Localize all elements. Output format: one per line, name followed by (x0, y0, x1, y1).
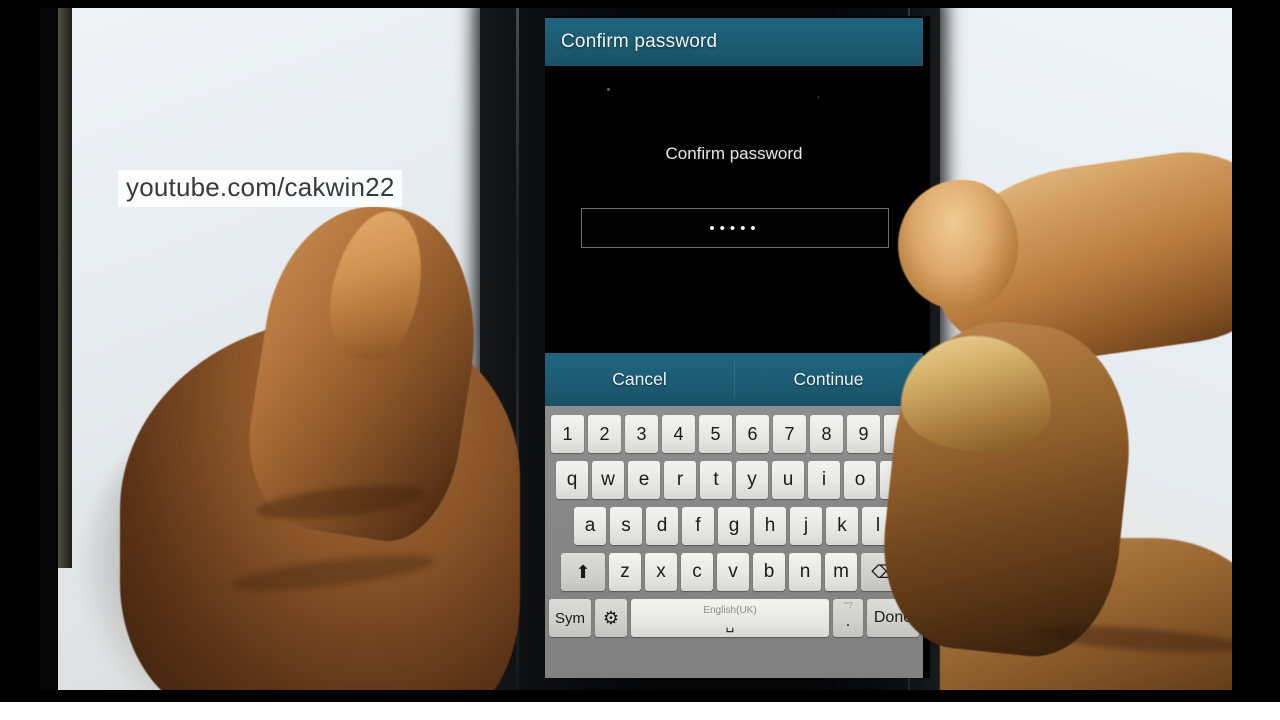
password-masked-value: ••••• (709, 219, 761, 237)
key-z[interactable]: z (609, 553, 641, 591)
phone-device: Confirm password Confirm password ••••• … (480, 8, 940, 698)
on-screen-keyboard: 1 2 3 4 5 6 7 8 9 0 q w e r t y u i o p … (545, 406, 923, 678)
key-n[interactable]: n (789, 553, 821, 591)
key-h[interactable]: h (754, 507, 786, 545)
continue-button[interactable]: Continue (734, 369, 923, 390)
symbols-key[interactable]: Sym (549, 599, 591, 637)
background-paper-left (58, 8, 503, 710)
key-m[interactable]: m (825, 553, 857, 591)
key-r[interactable]: r (664, 461, 696, 499)
backspace-icon: ⌫ (871, 562, 897, 582)
key-6[interactable]: 6 (736, 415, 769, 453)
keyboard-row-bottom: ⬆ z x c v b n m ⌫ (549, 549, 919, 595)
period-alt-symbols: '"? (843, 601, 853, 610)
key-9[interactable]: 9 (847, 415, 880, 453)
keyboard-row-qwerty: q w e r t y u i o p (549, 457, 919, 503)
key-8[interactable]: 8 (810, 415, 843, 453)
letterbox-right (1232, 0, 1280, 720)
dialog-header: Confirm password (545, 18, 923, 66)
key-2[interactable]: 2 (588, 415, 621, 453)
shift-arrow-icon: ⬆ (575, 562, 591, 582)
password-input[interactable]: ••••• (581, 208, 889, 248)
key-l[interactable]: l (862, 507, 894, 545)
key-o[interactable]: o (844, 461, 876, 499)
dialog-body: Confirm password ••••• (545, 66, 930, 346)
key-k[interactable]: k (826, 507, 858, 545)
button-separator (734, 361, 735, 398)
key-f[interactable]: f (682, 507, 714, 545)
phone-screen: Confirm password Confirm password ••••• … (545, 16, 930, 678)
key-7[interactable]: 7 (773, 415, 806, 453)
shift-key[interactable]: ⬆ (561, 553, 605, 591)
keyboard-row-home: a s d f g h j k l (549, 503, 919, 549)
key-1[interactable]: 1 (551, 415, 584, 453)
key-u[interactable]: u (772, 461, 804, 499)
key-s[interactable]: s (610, 507, 642, 545)
keyboard-settings-key[interactable]: ⚙ (595, 599, 627, 637)
dialog-button-bar: Cancel Continue (545, 353, 923, 406)
screenshot-stage: Confirm password Confirm password ••••• … (0, 0, 1280, 720)
key-t[interactable]: t (700, 461, 732, 499)
key-b[interactable]: b (753, 553, 785, 591)
key-4[interactable]: 4 (662, 415, 695, 453)
key-a[interactable]: a (574, 507, 606, 545)
period-key[interactable]: '"? . (833, 599, 863, 637)
key-p[interactable]: p (880, 461, 912, 499)
keyboard-row-numbers: 1 2 3 4 5 6 7 8 9 0 (549, 411, 919, 457)
background-dark-edge (58, 8, 72, 568)
done-key[interactable]: Done (867, 599, 919, 637)
space-bar-icon: ␣ (725, 615, 735, 632)
key-3[interactable]: 3 (625, 415, 658, 453)
cancel-button[interactable]: Cancel (545, 369, 734, 390)
key-w[interactable]: w (592, 461, 624, 499)
dialog-header-title: Confirm password (561, 31, 718, 52)
gear-icon: ⚙ (602, 608, 620, 628)
screen-speck (817, 96, 820, 99)
key-g[interactable]: g (718, 507, 750, 545)
backspace-key[interactable]: ⌫ (861, 553, 907, 591)
keyboard-language-label: English(UK) (703, 604, 757, 616)
key-j[interactable]: j (790, 507, 822, 545)
space-key[interactable]: English(UK) ␣ (631, 599, 829, 637)
keyboard-row-function: Sym ⚙ English(UK) ␣ '"? . Done (549, 595, 919, 641)
channel-watermark: youtube.com/cakwin22 (118, 170, 403, 207)
screen-speck (607, 88, 610, 91)
key-q[interactable]: q (556, 461, 588, 499)
key-x[interactable]: x (645, 553, 677, 591)
key-5[interactable]: 5 (699, 415, 732, 453)
key-v[interactable]: v (717, 553, 749, 591)
key-d[interactable]: d (646, 507, 678, 545)
background-paper-right (920, 8, 1232, 710)
key-i[interactable]: i (808, 461, 840, 499)
key-y[interactable]: y (736, 461, 768, 499)
letterbox-left (0, 0, 40, 720)
key-0[interactable]: 0 (884, 415, 917, 453)
key-e[interactable]: e (628, 461, 660, 499)
key-c[interactable]: c (681, 553, 713, 591)
dialog-prompt-text: Confirm password (665, 144, 803, 163)
letterbox-bottom (0, 702, 1280, 720)
phone-bezel-highlight-left (516, 8, 519, 698)
letterbox-top (0, 0, 1280, 8)
period-label: . (845, 611, 851, 630)
video-frame: Confirm password Confirm password ••••• … (40, 8, 1232, 710)
